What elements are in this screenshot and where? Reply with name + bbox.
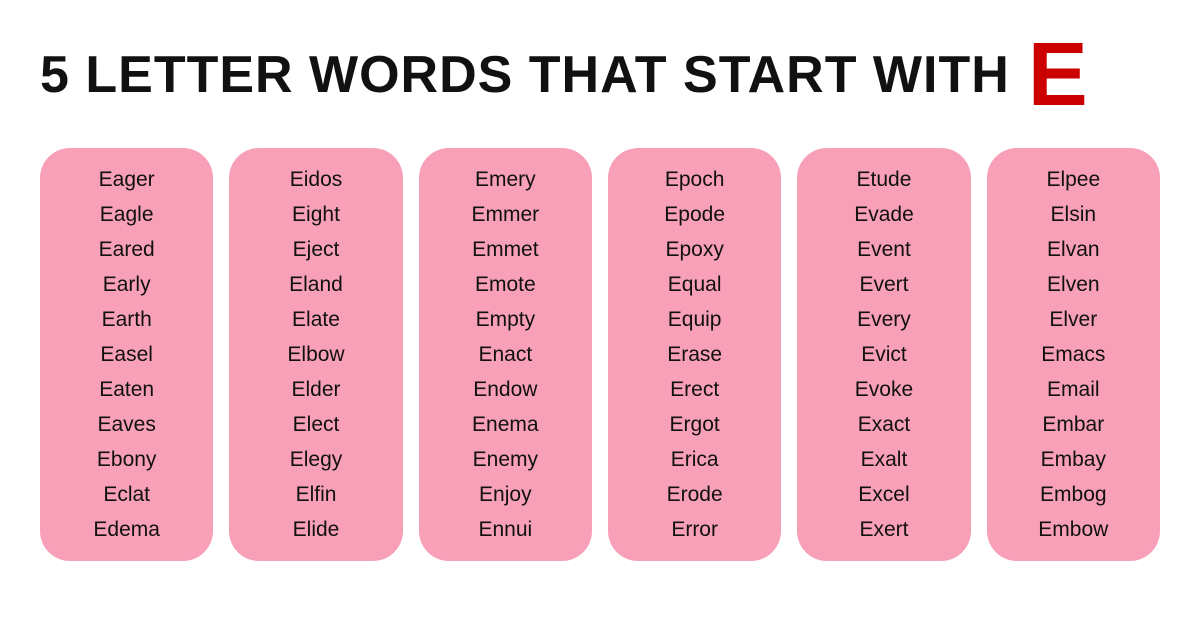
word-item: Embay	[987, 442, 1160, 477]
word-item: Edema	[40, 512, 213, 547]
word-item: Elate	[229, 302, 402, 337]
word-item: Erode	[608, 477, 781, 512]
header-title: 5 LETTER WORDS THAT START WITH	[40, 49, 1010, 101]
word-item: Eland	[229, 267, 402, 302]
word-item: Embog	[987, 477, 1160, 512]
word-item: Emacs	[987, 337, 1160, 372]
word-item: Exalt	[797, 442, 970, 477]
word-item: Equal	[608, 267, 781, 302]
word-item: Enema	[419, 407, 592, 442]
column-1: EagerEagleEaredEarlyEarthEaselEatenEaves…	[40, 148, 213, 561]
word-item: Elsin	[987, 197, 1160, 232]
word-item: Event	[797, 232, 970, 267]
word-item: Evade	[797, 197, 970, 232]
word-item: Epoch	[608, 162, 781, 197]
word-item: Exert	[797, 512, 970, 547]
word-item: Erase	[608, 337, 781, 372]
header-letter: E	[1028, 30, 1088, 120]
word-item: Elide	[229, 512, 402, 547]
word-item: Excel	[797, 477, 970, 512]
word-item: Eidos	[229, 162, 402, 197]
word-item: Enemy	[419, 442, 592, 477]
word-item: Eject	[229, 232, 402, 267]
word-item: Elven	[987, 267, 1160, 302]
word-item: Easel	[40, 337, 213, 372]
word-item: Enact	[419, 337, 592, 372]
word-item: Enjoy	[419, 477, 592, 512]
page: 5 LETTER WORDS THAT START WITH E EagerEa…	[0, 0, 1200, 591]
word-item: Erica	[608, 442, 781, 477]
column-4: EpochEpodeEpoxyEqualEquipEraseErectErgot…	[608, 148, 781, 561]
word-item: Etude	[797, 162, 970, 197]
word-item: Exact	[797, 407, 970, 442]
header: 5 LETTER WORDS THAT START WITH E	[40, 30, 1160, 120]
column-2: EidosEightEjectElandElateElbowElderElect…	[229, 148, 402, 561]
word-item: Error	[608, 512, 781, 547]
column-3: EmeryEmmerEmmetEmoteEmptyEnactEndowEnema…	[419, 148, 592, 561]
word-item: Elfin	[229, 477, 402, 512]
word-item: Elvan	[987, 232, 1160, 267]
word-item: Every	[797, 302, 970, 337]
word-item: Eared	[40, 232, 213, 267]
word-item: Eaves	[40, 407, 213, 442]
word-item: Elbow	[229, 337, 402, 372]
word-columns: EagerEagleEaredEarlyEarthEaselEatenEaves…	[40, 148, 1160, 561]
word-item: Evoke	[797, 372, 970, 407]
word-item: Epoxy	[608, 232, 781, 267]
word-item: Evict	[797, 337, 970, 372]
column-5: EtudeEvadeEventEvertEveryEvictEvokeExact…	[797, 148, 970, 561]
word-item: Email	[987, 372, 1160, 407]
word-item: Emote	[419, 267, 592, 302]
word-item: Emmer	[419, 197, 592, 232]
word-item: Embar	[987, 407, 1160, 442]
word-item: Eclat	[40, 477, 213, 512]
word-item: Embow	[987, 512, 1160, 547]
word-item: Early	[40, 267, 213, 302]
word-item: Elpee	[987, 162, 1160, 197]
word-item: Elegy	[229, 442, 402, 477]
word-item: Erect	[608, 372, 781, 407]
word-item: Evert	[797, 267, 970, 302]
word-item: Ebony	[40, 442, 213, 477]
word-item: Elver	[987, 302, 1160, 337]
word-item: Eaten	[40, 372, 213, 407]
word-item: Ennui	[419, 512, 592, 547]
word-item: Equip	[608, 302, 781, 337]
word-item: Empty	[419, 302, 592, 337]
word-item: Epode	[608, 197, 781, 232]
word-item: Eagle	[40, 197, 213, 232]
word-item: Eight	[229, 197, 402, 232]
word-item: Ergot	[608, 407, 781, 442]
word-item: Endow	[419, 372, 592, 407]
word-item: Emmet	[419, 232, 592, 267]
column-6: ElpeeElsinElvanElvenElverEmacsEmailEmbar…	[987, 148, 1160, 561]
word-item: Elect	[229, 407, 402, 442]
word-item: Elder	[229, 372, 402, 407]
word-item: Emery	[419, 162, 592, 197]
word-item: Eager	[40, 162, 213, 197]
word-item: Earth	[40, 302, 213, 337]
